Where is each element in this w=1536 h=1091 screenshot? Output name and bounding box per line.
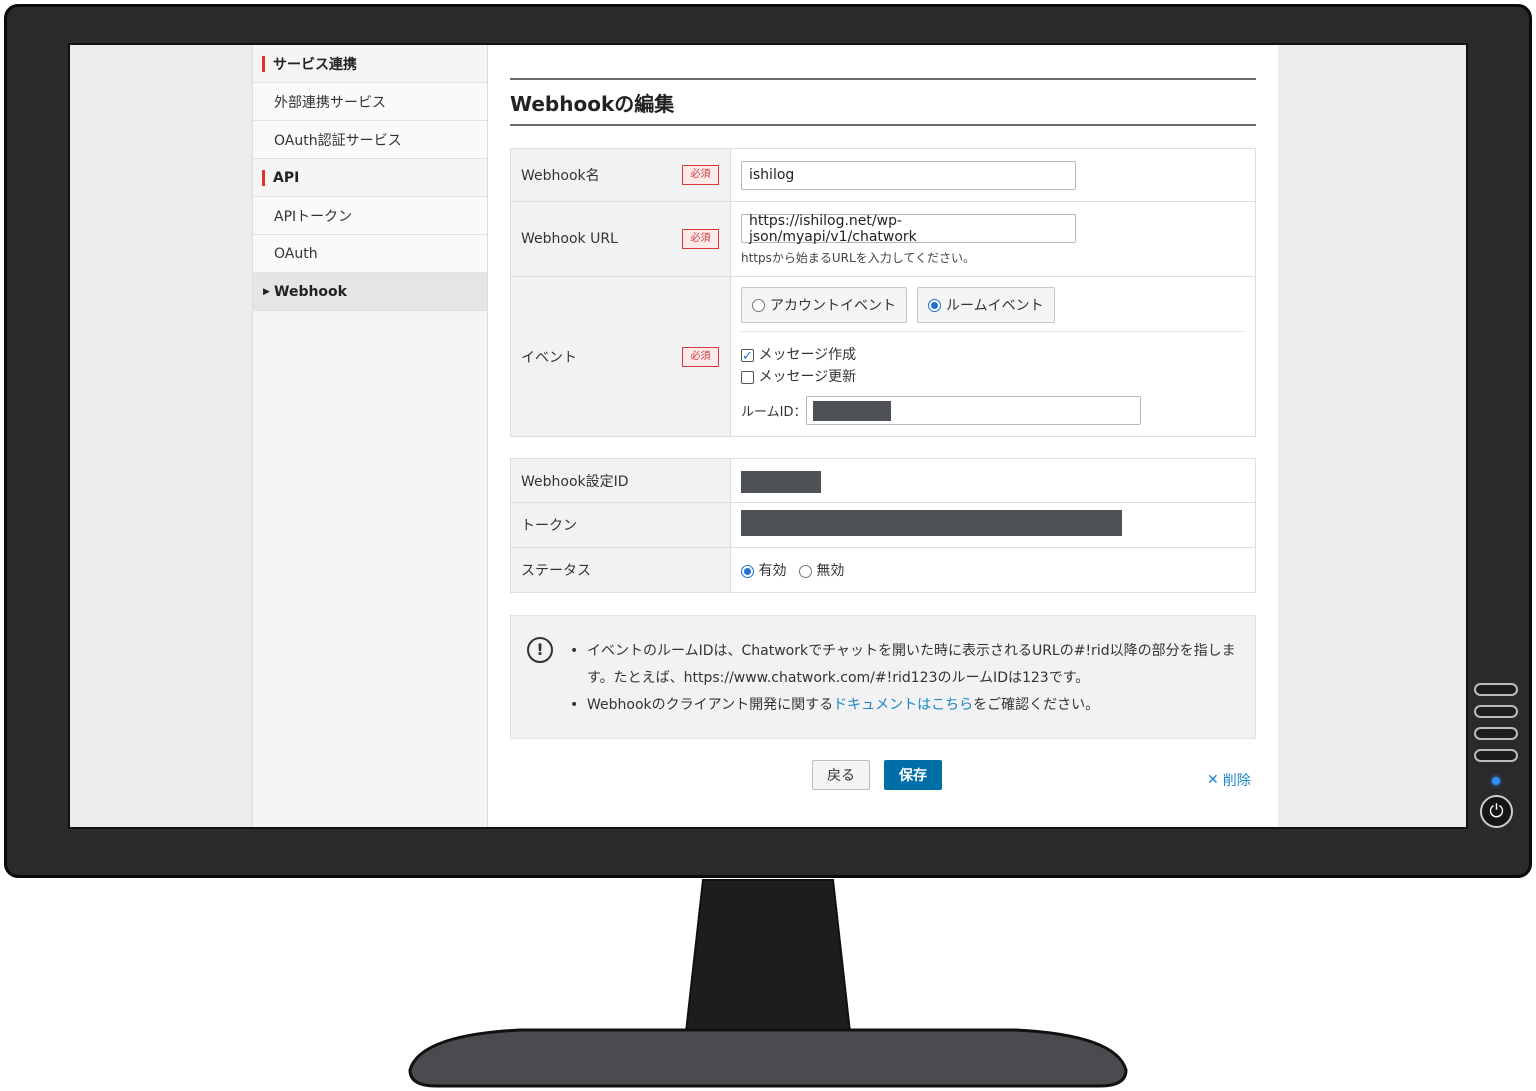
radio-icon (798, 564, 812, 578)
required-badge: 必須 (682, 229, 719, 249)
event-type-room-label: ルームイベント (946, 298, 1044, 314)
status-option-disabled[interactable]: 無効 (798, 563, 845, 579)
monitor-menu-button[interactable] (1474, 683, 1518, 696)
exclamation-circle-icon: ! (527, 637, 553, 663)
status-disabled-label: 無効 (816, 563, 845, 579)
event-value-cell: アカウントイベント ルームイベント メッセージ作成 (730, 276, 1256, 437)
status-value-cell: 有効 無効 (730, 547, 1256, 593)
webhook-url-input[interactable]: https://ishilog.net/wp-json/myapi/v1/cha… (741, 213, 1076, 245)
checkbox-message-updated-label: メッセージ更新 (758, 369, 857, 385)
monitor-menu-button[interactable] (1474, 749, 1518, 762)
monitor-menu-button[interactable] (1474, 727, 1518, 740)
room-id-input[interactable] (806, 396, 1142, 425)
monitor-side-buttons (1474, 683, 1520, 771)
room-id-row: ルームID： (741, 396, 1245, 425)
webhook-name-input[interactable]: ishilog (741, 160, 1076, 190)
notice-box: ! イベントのルームIDは、Chatworkでチャットを開いた時に表示されるUR… (510, 615, 1256, 739)
notice-item-room-id: イベントのルームIDは、Chatworkでチャットを開いた時に表示されるURLの… (570, 638, 1237, 692)
docs-link[interactable]: ドキュメントはこちら (833, 697, 973, 713)
webhook-name-label: Webhook名 (521, 168, 600, 184)
event-checkbox-group: メッセージ作成 メッセージ更新 (741, 344, 1245, 388)
room-id-label: ルームID： (741, 405, 807, 420)
main-content: Webhookの編集 Webhook名 必須 ishilog Webhook U… (510, 45, 1257, 827)
app-page: サービス連携 外部連携サービス OAuth認証サービス API APIトークン … (252, 45, 1278, 827)
webhook-url-value-cell: https://ishilog.net/wp-json/myapi/v1/cha… (730, 201, 1256, 277)
radio-icon (752, 298, 765, 312)
redacted-token (741, 510, 1122, 536)
webhook-name-value-cell: ishilog (730, 148, 1256, 202)
webhook-form: Webhook名 必須 ishilog Webhook URL 必須 https… (510, 148, 1256, 437)
webhook-url-hint: httpsから始まるURLを入力してください。 (741, 251, 975, 265)
checkbox-checked-icon (741, 346, 754, 368)
sidebar-item-external-services[interactable]: 外部連携サービス (253, 83, 487, 121)
required-badge: 必須 (682, 346, 719, 367)
sidebar-item-webhook-label: Webhook (274, 283, 347, 300)
back-button[interactable]: 戻る (812, 760, 870, 790)
radio-selected-icon (741, 564, 754, 578)
event-label: イベント (521, 349, 577, 366)
checkbox-message-updated[interactable]: メッセージ更新 (741, 366, 1245, 388)
setting-id-label: Webhook設定ID (510, 458, 731, 503)
radio-selected-icon (928, 298, 941, 312)
status-enabled-label: 有効 (758, 563, 787, 579)
status-option-enabled[interactable]: 有効 (741, 563, 791, 579)
monitor-menu-button[interactable] (1474, 705, 1518, 718)
redacted-setting-id (741, 470, 821, 493)
notice-docs-prefix: Webhookのクライアント開発に関する (587, 697, 834, 713)
event-label-cell: イベント 必須 (510, 276, 731, 437)
checkbox-message-created-label: メッセージ作成 (758, 347, 857, 363)
sidebar-item-oauth-auth-services[interactable]: OAuth認証サービス (253, 121, 487, 159)
webhook-info-table: Webhook設定ID トークン ステータス 有効 無効 (510, 458, 1256, 593)
delete-button[interactable]: ✕ 削除 (1207, 765, 1257, 795)
sidebar-section-api: API (253, 159, 487, 197)
caret-right-icon: ▶ (263, 286, 270, 297)
notice-docs-suffix: をご確認ください。 (973, 697, 1100, 713)
settings-sidebar: サービス連携 外部連携サービス OAuth認証サービス API APIトークン … (252, 45, 488, 827)
redacted-room-id (813, 400, 892, 421)
webhook-url-label: Webhook URL (521, 231, 618, 247)
required-badge: 必須 (682, 165, 719, 185)
event-type-group: アカウントイベント ルームイベント (741, 277, 1245, 332)
setting-id-value-cell (730, 458, 1256, 503)
event-type-account[interactable]: アカウントイベント (741, 287, 907, 323)
close-icon: ✕ (1207, 772, 1219, 788)
sidebar-item-oauth[interactable]: OAuth (253, 235, 487, 273)
webhook-name-label-cell: Webhook名 必須 (510, 148, 731, 202)
token-value-cell (730, 502, 1256, 548)
notice-item-docs: Webhookのクライアント開発に関するドキュメントはこちらをご確認ください。 (570, 692, 1237, 719)
power-icon[interactable]: ⏻ (1480, 795, 1513, 828)
sidebar-item-webhook[interactable]: ▶ Webhook (253, 273, 487, 311)
sidebar-item-api-token[interactable]: APIトークン (253, 197, 487, 235)
checkbox-unchecked-icon (741, 370, 754, 384)
event-type-room[interactable]: ルームイベント (917, 287, 1055, 323)
sidebar-section-service: サービス連携 (253, 45, 487, 83)
notice-list: イベントのルームIDは、Chatworkでチャットを開いた時に表示されるURLの… (570, 638, 1237, 719)
event-type-account-label: アカウントイベント (770, 298, 896, 314)
page-title: Webhookの編集 (510, 78, 1256, 126)
delete-label: 削除 (1222, 773, 1251, 789)
token-label: トークン (510, 502, 731, 548)
webhook-url-label-cell: Webhook URL 必須 (510, 201, 731, 277)
monitor-screen: サービス連携 外部連携サービス OAuth認証サービス API APIトークン … (68, 43, 1468, 829)
save-button[interactable]: 保存 (884, 760, 942, 790)
checkbox-message-created[interactable]: メッセージ作成 (741, 344, 1245, 368)
power-led-icon (1492, 777, 1500, 785)
status-label: ステータス (510, 547, 731, 593)
